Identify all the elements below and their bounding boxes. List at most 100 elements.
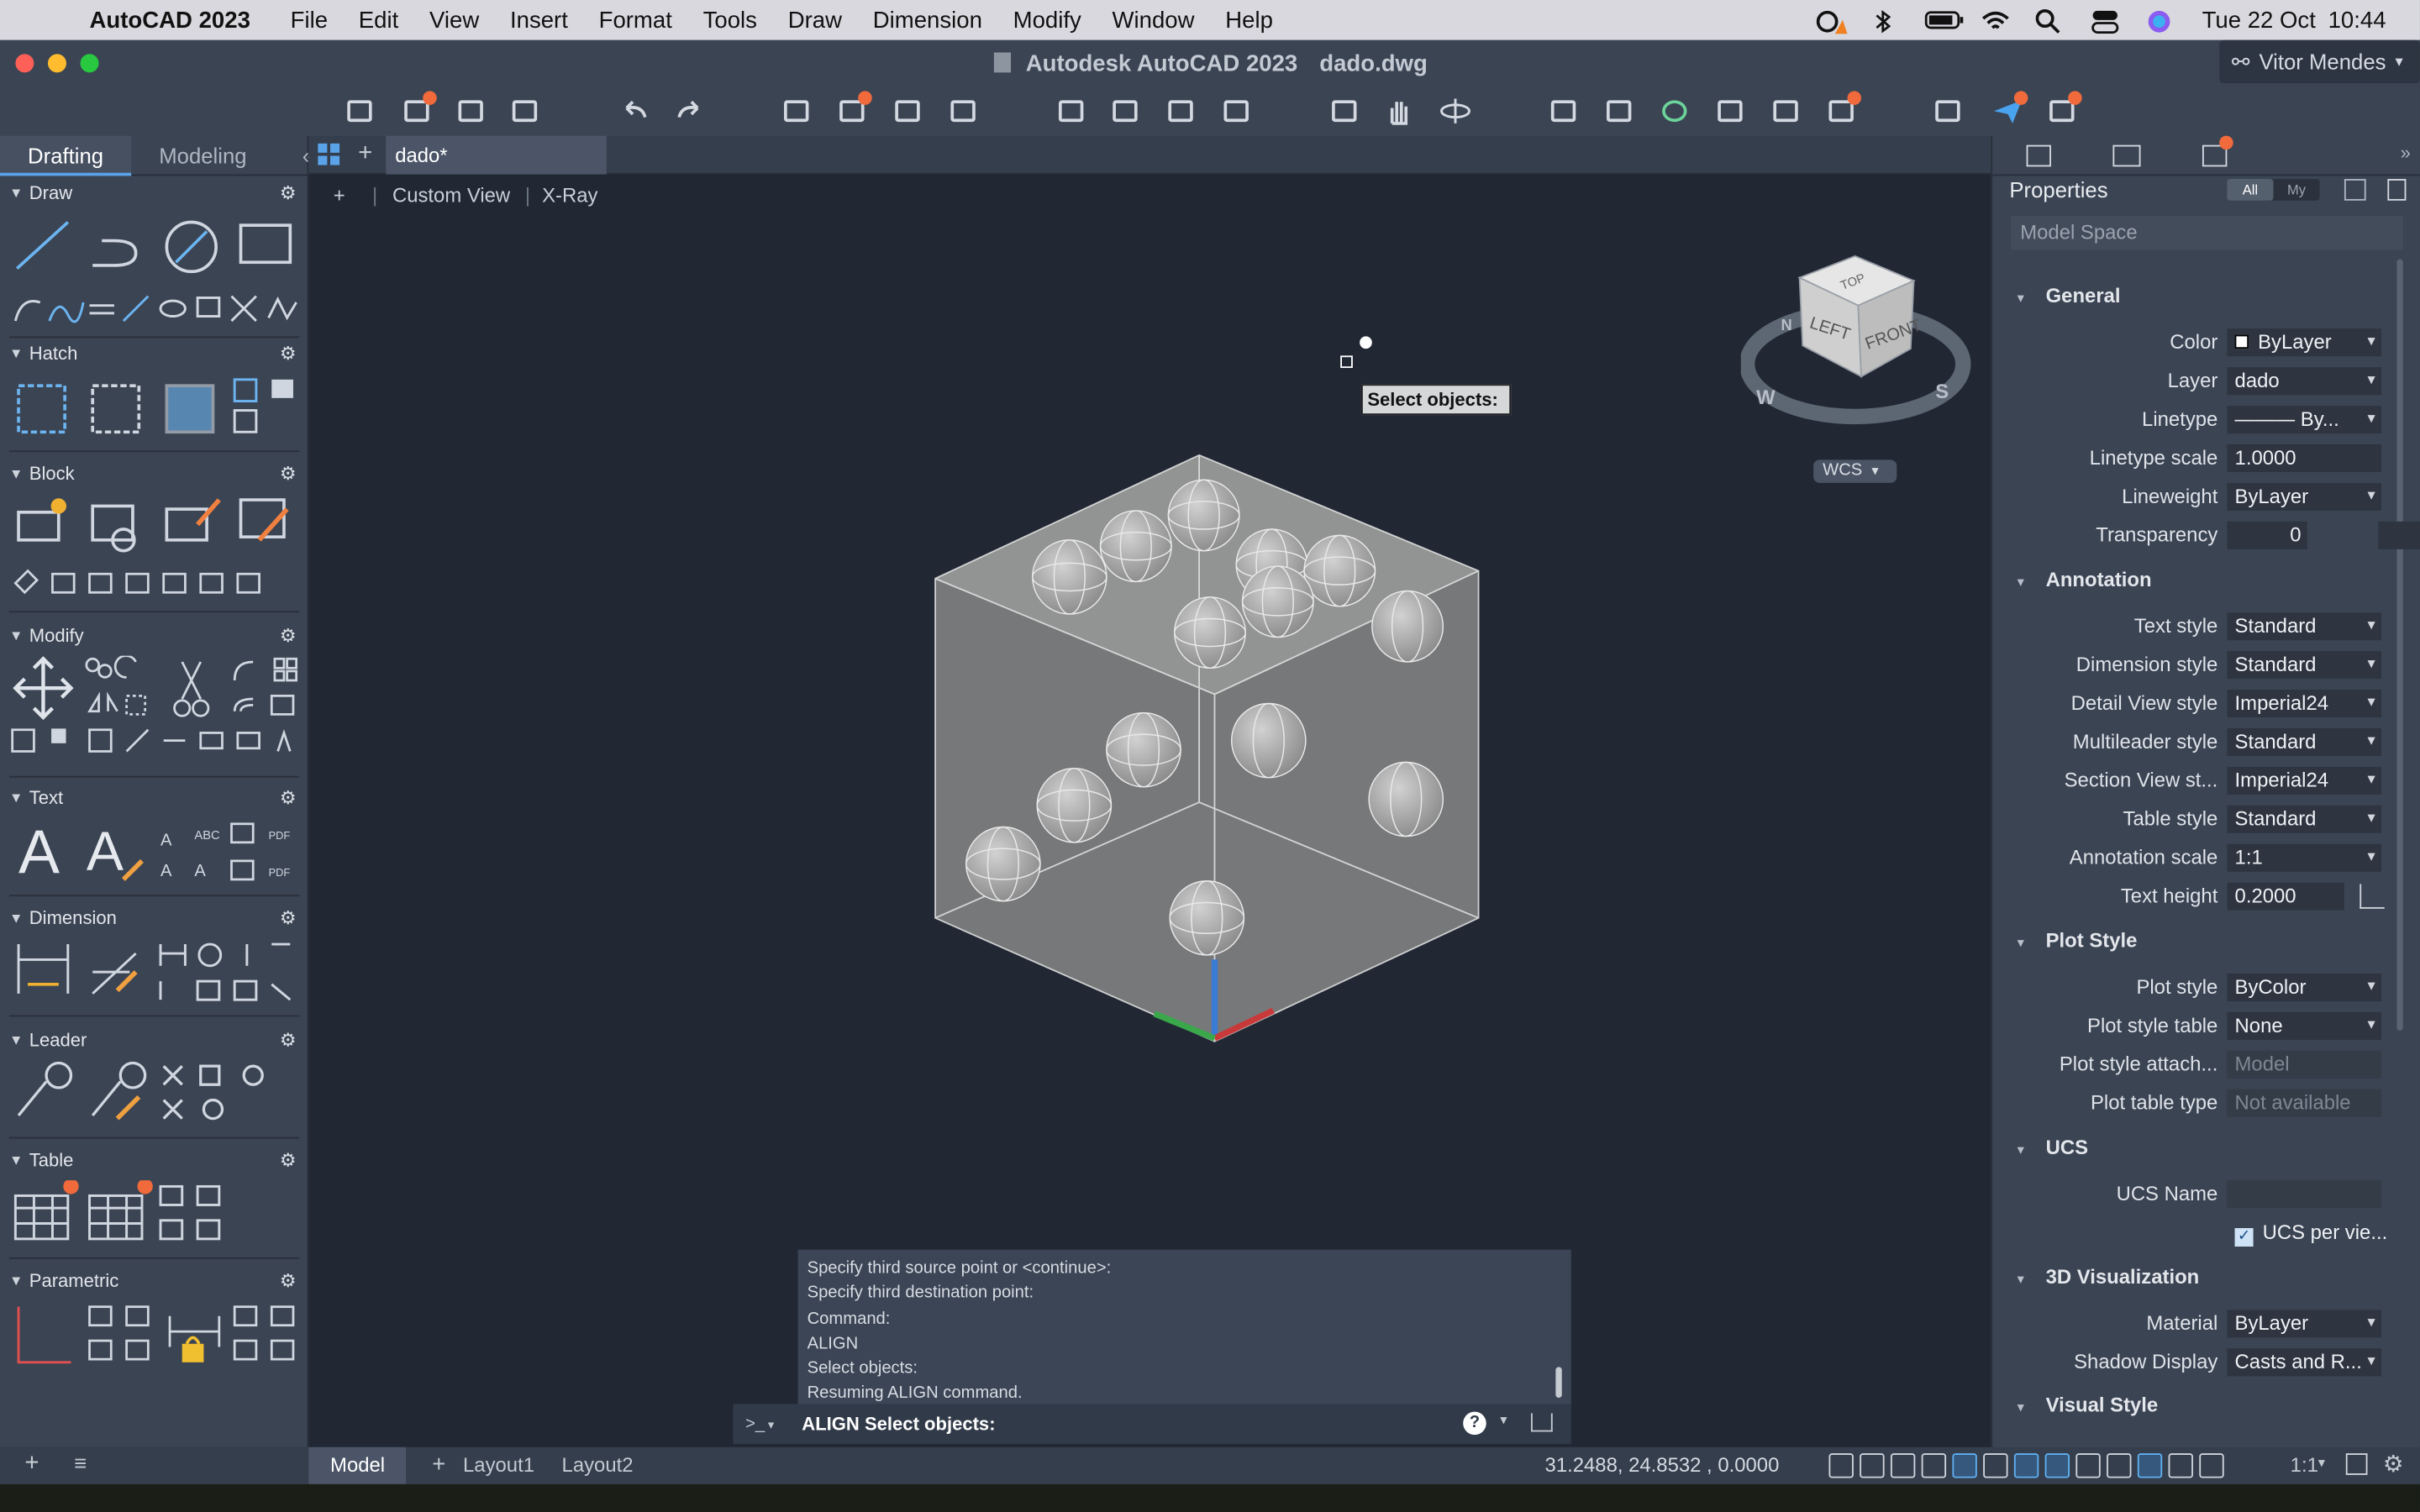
- visual-style-control[interactable]: X-Ray: [542, 184, 597, 207]
- group-header-visual-style[interactable]: ▾ Visual Style: [2018, 1394, 2159, 1417]
- section-header-modify[interactable]: ▼ Modify ⚙: [0, 622, 308, 649]
- command-line[interactable]: >_ ▾ ALIGN Select objects: ? ▾: [733, 1404, 1571, 1445]
- grid-icon[interactable]: [1828, 1453, 1854, 1478]
- add-palette-icon[interactable]: +: [24, 1450, 39, 1478]
- layers-tab-icon[interactable]: [2112, 144, 2141, 167]
- clock-date[interactable]: Tue 22 Oct: [2202, 7, 2316, 33]
- layout-icon[interactable]: [1931, 96, 1965, 127]
- command-prompt-icon[interactable]: >_: [745, 1415, 765, 1433]
- annotation-visibility-icon[interactable]: [2168, 1453, 2193, 1478]
- chevron-down-icon[interactable]: ▾: [768, 1417, 774, 1431]
- property-value[interactable]: 1:1: [2227, 843, 2382, 872]
- property-value[interactable]: ByColor: [2227, 973, 2382, 1002]
- properties-scrollbar[interactable]: [2396, 259, 2403, 1031]
- checkbox-checked[interactable]: ✓: [2234, 1228, 2254, 1247]
- match-layer-icon[interactable]: [1602, 96, 1635, 127]
- plot-preview-icon[interactable]: [946, 96, 980, 127]
- tab-layout2[interactable]: Layout2: [540, 1447, 655, 1484]
- menu-help[interactable]: Help: [1225, 7, 1273, 33]
- layer-walk-icon[interactable]: [1713, 96, 1747, 127]
- wcs-menu[interactable]: WCS ▾: [1813, 459, 1897, 483]
- minimize-window-button[interactable]: [47, 54, 66, 73]
- section-header-block[interactable]: ▼ Block ⚙: [0, 459, 308, 487]
- view-control[interactable]: Custom View: [392, 184, 510, 207]
- batch-plot-icon[interactable]: [835, 91, 872, 127]
- gear-icon[interactable]: ⚙: [280, 182, 297, 204]
- filter-all[interactable]: All: [2227, 179, 2274, 201]
- maximize-window-button[interactable]: [80, 54, 99, 73]
- lineweight-icon[interactable]: [1983, 1453, 2008, 1478]
- property-value[interactable]: ByLayer: [2227, 482, 2382, 511]
- import-icon[interactable]: [1054, 96, 1087, 127]
- osnap-icon[interactable]: [2013, 1453, 2039, 1478]
- tab-drafting[interactable]: Drafting: [0, 134, 132, 176]
- gear-icon[interactable]: ⚙: [280, 463, 297, 485]
- open-file-icon[interactable]: [400, 91, 437, 127]
- section-header-leader[interactable]: ▼ Leader ⚙: [0, 1026, 308, 1053]
- property-value[interactable]: Imperial24: [2227, 766, 2382, 795]
- group-header-general[interactable]: ▾ General: [2018, 284, 2121, 307]
- property-value[interactable]: Standard: [2227, 727, 2382, 756]
- tab-model[interactable]: Model: [308, 1446, 407, 1484]
- orbit-icon[interactable]: [1439, 96, 1472, 127]
- dice-3d-model[interactable]: [926, 448, 1497, 1065]
- gear-icon[interactable]: ⚙: [280, 625, 297, 647]
- section-header-hatch[interactable]: ▼ Hatch ⚙: [0, 339, 308, 367]
- property-value[interactable]: Imperial24: [2227, 690, 2382, 718]
- creative-cloud-icon[interactable]: [1813, 9, 1848, 34]
- isodraft-icon[interactable]: [1952, 1453, 1977, 1478]
- section-header-dimension[interactable]: ▼ Dimension ⚙: [0, 904, 308, 932]
- app-menu[interactable]: AutoCAD 2023: [90, 7, 250, 33]
- coordinate-readout[interactable]: 31.2488, 24.8532 , 0.0000: [1545, 1453, 1780, 1477]
- web-mobile-icon[interactable]: [1219, 96, 1253, 127]
- property-value[interactable]: Standard: [2227, 612, 2382, 641]
- otrack-icon[interactable]: [2044, 1453, 2070, 1478]
- property-value[interactable]: ——— By...: [2227, 406, 2382, 434]
- property-value[interactable]: Casts and R...: [2227, 1348, 2382, 1377]
- layer-tools-icon[interactable]: [1824, 91, 1862, 127]
- help-icon[interactable]: ?: [1463, 1411, 1486, 1436]
- compass-w[interactable]: W: [1756, 386, 1776, 409]
- chevron-down-icon[interactable]: ▾: [1500, 1412, 1507, 1429]
- pickadd-icon[interactable]: [2387, 179, 2407, 201]
- auto-scale-icon[interactable]: [2199, 1453, 2224, 1478]
- start-tab-grid-icon[interactable]: [318, 143, 340, 165]
- export-icon[interactable]: [1108, 96, 1142, 127]
- compass-s[interactable]: S: [1935, 381, 1949, 403]
- chevron-down-icon[interactable]: ▾: [2318, 1455, 2325, 1472]
- workspace-icon[interactable]: [2045, 91, 2082, 127]
- gear-icon[interactable]: ⚙: [280, 1270, 297, 1292]
- property-value[interactable]: dado: [2227, 367, 2382, 396]
- property-value[interactable]: Standard: [2227, 651, 2382, 680]
- share-icon[interactable]: [1164, 96, 1197, 127]
- spotlight-search-icon[interactable]: [2035, 9, 2063, 34]
- layer-freeze-icon[interactable]: [1769, 96, 1802, 127]
- palette-menu-icon[interactable]: ≡: [74, 1450, 87, 1474]
- property-value[interactable]: 0.2000: [2227, 882, 2385, 911]
- pick-height-icon[interactable]: [2360, 884, 2385, 909]
- property-value[interactable]: Standard: [2227, 805, 2382, 833]
- property-value[interactable]: 0: [2227, 521, 2420, 549]
- annotation-monitor-icon[interactable]: [2137, 1453, 2163, 1478]
- save-as-icon[interactable]: [508, 96, 541, 127]
- dynamic-ucs-icon[interactable]: [2075, 1453, 2101, 1478]
- close-window-button[interactable]: [15, 54, 34, 73]
- property-value[interactable]: 1.0000: [2227, 444, 2382, 473]
- compass-n[interactable]: N: [1781, 316, 1792, 333]
- history-scrollbar[interactable]: [1555, 1367, 1562, 1399]
- save-icon[interactable]: [454, 96, 487, 127]
- menu-file[interactable]: File: [291, 7, 328, 33]
- tab-modeling[interactable]: Modeling: [131, 135, 274, 176]
- wifi-icon[interactable]: [1980, 9, 2009, 31]
- snap-icon[interactable]: [1860, 1453, 1885, 1478]
- selection-dropdown[interactable]: Model Space: [2011, 216, 2403, 250]
- property-value[interactable]: None: [2227, 1011, 2382, 1040]
- section-header-draw[interactable]: ▼ Draw ⚙: [0, 179, 308, 207]
- property-filter[interactable]: All My: [2227, 179, 2320, 201]
- menu-view[interactable]: View: [429, 7, 479, 33]
- gear-icon[interactable]: ⚙: [280, 787, 297, 809]
- workspace-switch-icon[interactable]: [2345, 1453, 2368, 1475]
- polar-icon[interactable]: [1921, 1453, 1947, 1478]
- filter-my[interactable]: My: [2273, 179, 2319, 201]
- new-file-icon[interactable]: [343, 96, 376, 127]
